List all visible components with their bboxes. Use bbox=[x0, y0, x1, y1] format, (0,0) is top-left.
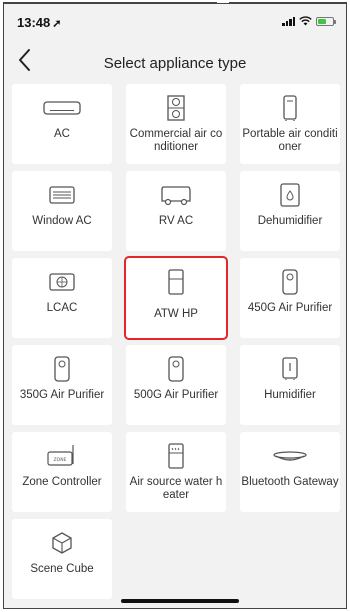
appliance-label: Humidifier bbox=[264, 389, 316, 401]
appliance-label: AC bbox=[54, 128, 70, 140]
appliance-tile-window-ac[interactable]: Window AC bbox=[12, 171, 112, 251]
air-purifier-icon bbox=[268, 264, 312, 300]
cube-icon bbox=[40, 525, 84, 561]
humidifier-icon bbox=[268, 351, 312, 387]
appliance-label: Air source water heater bbox=[129, 476, 223, 501]
appliance-tile-dehumidifier[interactable]: Dehumidifier bbox=[240, 171, 340, 251]
appliance-label: 350G Air Purifier bbox=[19, 389, 105, 401]
water-heater-icon bbox=[154, 438, 198, 474]
appliance-label: Portable air conditioner bbox=[242, 128, 338, 153]
appliance-tile-scene-cube[interactable]: Scene Cube bbox=[12, 519, 112, 599]
appliance-tile-350g-air-purifier[interactable]: 350G Air Purifier bbox=[12, 345, 112, 425]
appliance-label: Scene Cube bbox=[30, 563, 94, 575]
air-purifier-icon bbox=[154, 351, 198, 387]
bluetooth-gateway-icon bbox=[268, 438, 312, 474]
appliance-tile-humidifier[interactable]: Humidifier bbox=[240, 345, 340, 425]
appliance-label: LCAC bbox=[46, 302, 78, 314]
zone-icon-text: ZONE bbox=[54, 457, 67, 463]
cellular-signal-icon bbox=[282, 16, 295, 26]
appliance-label: ATW HP bbox=[154, 308, 198, 320]
appliance-label: Window AC bbox=[32, 215, 92, 227]
page-title: Select appliance type bbox=[103, 55, 247, 72]
home-indicator[interactable] bbox=[121, 599, 239, 603]
lcac-icon bbox=[40, 264, 84, 300]
appliance-tile-450g-air-purifier[interactable]: 450G Air Purifier bbox=[240, 258, 340, 338]
window-ac-icon bbox=[40, 177, 84, 213]
status-time-text: 13:48 bbox=[17, 15, 51, 30]
appliance-label: Zone Controller bbox=[22, 476, 102, 488]
wifi-icon bbox=[299, 16, 312, 26]
rv-ac-icon bbox=[154, 177, 198, 213]
appliance-label: 500G Air Purifier bbox=[133, 389, 219, 401]
appliance-label: 450G Air Purifier bbox=[247, 302, 333, 314]
location-arrow-icon: ➚ bbox=[52, 18, 62, 30]
dehumidifier-icon bbox=[268, 177, 312, 213]
appliance-label: Bluetooth Gateway bbox=[241, 476, 339, 488]
air-purifier-icon bbox=[40, 351, 84, 387]
appliance-tile-ac[interactable]: AC bbox=[12, 84, 112, 164]
appliance-label: RV AC bbox=[158, 215, 194, 227]
phone-screen: 13:48 ➚ Select appliance type AC Commerc… bbox=[3, 3, 347, 609]
appliance-tile-bluetooth-gateway[interactable]: Bluetooth Gateway bbox=[240, 432, 340, 512]
appliance-tile-lcac[interactable]: LCAC bbox=[12, 258, 112, 338]
appliance-tile-portable-ac[interactable]: Portable air conditioner bbox=[240, 84, 340, 164]
appliance-label: Dehumidifier bbox=[257, 215, 323, 227]
appliance-tile-commercial-ac[interactable]: Commercial air conditioner bbox=[126, 84, 226, 164]
nav-header: Select appliance type bbox=[4, 42, 346, 82]
portable-ac-icon bbox=[268, 90, 312, 126]
status-icons bbox=[282, 16, 336, 26]
appliance-tile-atw-hp[interactable]: ATW HP bbox=[124, 256, 228, 340]
battery-icon bbox=[316, 16, 336, 26]
zone-controller-icon: ZONE bbox=[40, 438, 84, 474]
appliance-tile-rv-ac[interactable]: RV AC bbox=[126, 171, 226, 251]
atw-hp-icon bbox=[154, 264, 198, 300]
appliance-tile-zone-controller[interactable]: ZONE Zone Controller bbox=[12, 432, 112, 512]
status-time: 13:48 ➚ bbox=[17, 15, 61, 30]
appliance-tile-water-heater[interactable]: Air source water heater bbox=[126, 432, 226, 512]
appliance-tile-500g-air-purifier[interactable]: 500G Air Purifier bbox=[126, 345, 226, 425]
commercial-ac-icon bbox=[154, 90, 198, 126]
appliance-label: Commercial air conditioner bbox=[129, 128, 223, 153]
status-bar: 13:48 ➚ bbox=[4, 4, 346, 42]
wall-ac-icon bbox=[40, 90, 84, 126]
